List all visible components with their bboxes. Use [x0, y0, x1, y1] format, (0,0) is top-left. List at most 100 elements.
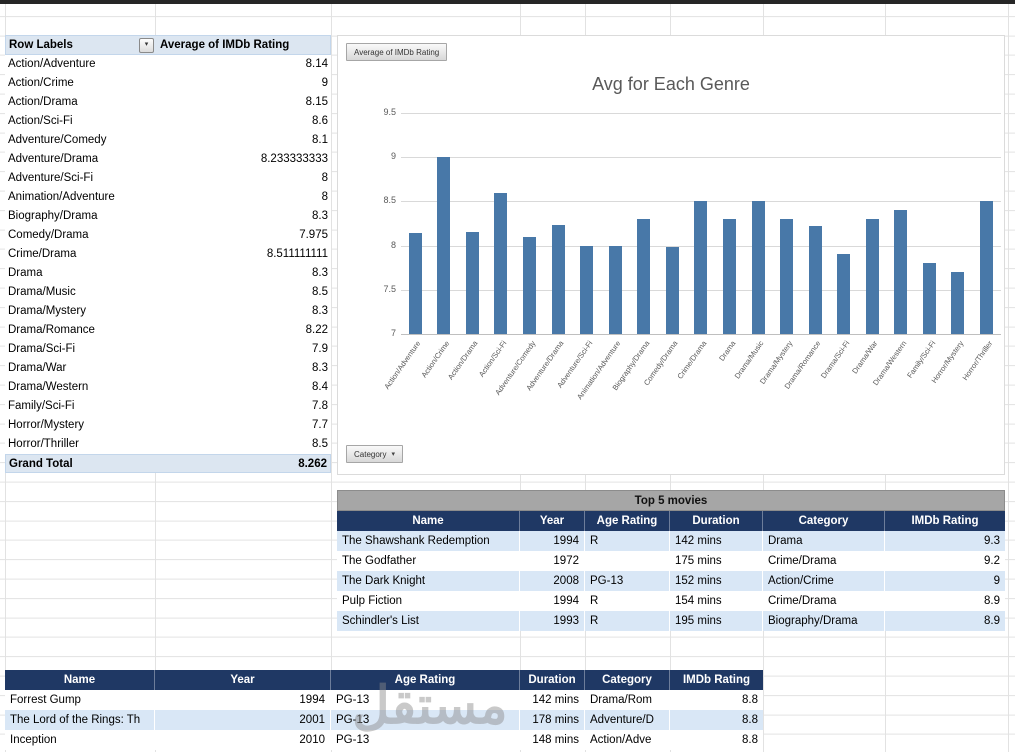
- table-cell[interactable]: Action/Adve: [585, 730, 670, 750]
- table-cell[interactable]: R: [585, 611, 670, 631]
- pivot-row-label[interactable]: Drama/Romance: [5, 321, 155, 340]
- pivot-row-value[interactable]: 7.975: [155, 226, 331, 245]
- table-cell[interactable]: The Dark Knight: [337, 571, 520, 591]
- pivot-row-value[interactable]: 7.9: [155, 340, 331, 359]
- pivot-row-label[interactable]: Action/Crime: [5, 74, 155, 93]
- grand-total-label[interactable]: Grand Total: [6, 455, 156, 472]
- column-header[interactable]: Duration: [670, 511, 763, 531]
- pivot-row-label[interactable]: Action/Sci-Fi: [5, 112, 155, 131]
- pivot-row-value[interactable]: 8.511111111: [155, 245, 331, 264]
- table-cell[interactable]: 178 mins: [520, 710, 585, 730]
- table-cell[interactable]: 2001: [155, 710, 331, 730]
- chart-category-field-button[interactable]: Category ▾: [346, 445, 403, 463]
- table-cell[interactable]: 154 mins: [670, 591, 763, 611]
- pivot-row-value[interactable]: 8.15: [155, 93, 331, 112]
- table-cell[interactable]: 1994: [520, 531, 585, 551]
- column-header[interactable]: Age Rating: [331, 670, 520, 690]
- pivot-row-value[interactable]: 8.6: [155, 112, 331, 131]
- pivot-row-value[interactable]: 7.7: [155, 416, 331, 435]
- pivot-row-value[interactable]: 8.233333333: [155, 150, 331, 169]
- table-cell[interactable]: 2008: [520, 571, 585, 591]
- pivot-row-label[interactable]: Action/Adventure: [5, 55, 155, 74]
- grand-total-value[interactable]: 8.262: [156, 455, 330, 472]
- pivot-value-header[interactable]: Average of IMDb Rating: [156, 36, 330, 54]
- table-cell[interactable]: Action/Crime: [763, 571, 885, 591]
- table-cell[interactable]: 8.8: [670, 690, 763, 710]
- table-cell[interactable]: 142 mins: [520, 690, 585, 710]
- table-cell[interactable]: 8.9: [885, 611, 1005, 631]
- table-cell[interactable]: Adventure/D: [585, 710, 670, 730]
- pivot-row-label[interactable]: Action/Drama: [5, 93, 155, 112]
- chart-value-field-button[interactable]: Average of IMDb Rating: [346, 43, 448, 61]
- table-cell[interactable]: 195 mins: [670, 611, 763, 631]
- table-cell[interactable]: 9.3: [885, 531, 1005, 551]
- table-cell[interactable]: 8.8: [670, 710, 763, 730]
- top5-table-title[interactable]: Top 5 movies: [337, 490, 1005, 511]
- table-cell[interactable]: 9: [885, 571, 1005, 591]
- pivot-row-labels-header[interactable]: Row Labels ▾: [6, 36, 156, 54]
- pivot-row-value[interactable]: 8.5: [155, 283, 331, 302]
- pivot-row-label[interactable]: Adventure/Drama: [5, 150, 155, 169]
- pivot-row-label[interactable]: Drama/Sci-Fi: [5, 340, 155, 359]
- pivot-row-label[interactable]: Horror/Mystery: [5, 416, 155, 435]
- table-cell[interactable]: R: [585, 531, 670, 551]
- pivot-row-value[interactable]: 9: [155, 74, 331, 93]
- table-cell[interactable]: Drama/Rom: [585, 690, 670, 710]
- column-header[interactable]: Year: [155, 670, 331, 690]
- table-cell[interactable]: Forrest Gump: [5, 690, 155, 710]
- pivot-row-value[interactable]: 8.3: [155, 302, 331, 321]
- table-cell[interactable]: Pulp Fiction: [337, 591, 520, 611]
- pivot-row-value[interactable]: 8.22: [155, 321, 331, 340]
- table-cell[interactable]: Crime/Drama: [763, 551, 885, 571]
- table-cell[interactable]: Crime/Drama: [763, 591, 885, 611]
- column-header[interactable]: Age Rating: [585, 511, 670, 531]
- pivot-row-label[interactable]: Comedy/Drama: [5, 226, 155, 245]
- column-header[interactable]: Category: [763, 511, 885, 531]
- table-cell[interactable]: 2010: [155, 730, 331, 750]
- pivot-row-value[interactable]: 8: [155, 188, 331, 207]
- table-cell[interactable]: 142 mins: [670, 531, 763, 551]
- pivot-row-label[interactable]: Horror/Thriller: [5, 435, 155, 454]
- pivot-row-label[interactable]: Drama/Mystery: [5, 302, 155, 321]
- table-cell[interactable]: The Godfather: [337, 551, 520, 571]
- pivot-row-label[interactable]: Crime/Drama: [5, 245, 155, 264]
- table-cell[interactable]: 8.9: [885, 591, 1005, 611]
- pivot-row-label[interactable]: Drama/Music: [5, 283, 155, 302]
- pivot-row-label[interactable]: Drama/War: [5, 359, 155, 378]
- column-header[interactable]: IMDb Rating: [670, 670, 763, 690]
- pivot-row-value[interactable]: 8.14: [155, 55, 331, 74]
- pivot-row-label[interactable]: Drama/Western: [5, 378, 155, 397]
- column-header[interactable]: Duration: [520, 670, 585, 690]
- table-cell[interactable]: R: [585, 591, 670, 611]
- table-cell[interactable]: 1994: [520, 591, 585, 611]
- pivot-row-value[interactable]: 8.5: [155, 435, 331, 454]
- pivot-row-label[interactable]: Biography/Drama: [5, 207, 155, 226]
- table-cell[interactable]: [585, 551, 670, 571]
- column-header[interactable]: Name: [5, 670, 155, 690]
- table-cell[interactable]: Biography/Drama: [763, 611, 885, 631]
- table-cell[interactable]: PG-13: [331, 710, 520, 730]
- table-cell[interactable]: PG-13: [331, 690, 520, 710]
- pivot-row-value[interactable]: 8.3: [155, 207, 331, 226]
- table-cell[interactable]: PG-13: [585, 571, 670, 591]
- pivot-row-label[interactable]: Adventure/Sci-Fi: [5, 169, 155, 188]
- table-cell[interactable]: 175 mins: [670, 551, 763, 571]
- pivot-row-value[interactable]: 7.8: [155, 397, 331, 416]
- column-header[interactable]: Year: [520, 511, 585, 531]
- table-cell[interactable]: The Shawshank Redemption: [337, 531, 520, 551]
- table-cell[interactable]: 8.8: [670, 730, 763, 750]
- table-cell[interactable]: 152 mins: [670, 571, 763, 591]
- table-cell[interactable]: 1994: [155, 690, 331, 710]
- column-header[interactable]: IMDb Rating: [885, 511, 1005, 531]
- pivot-row-value[interactable]: 8.4: [155, 378, 331, 397]
- column-header[interactable]: Category: [585, 670, 670, 690]
- row-labels-filter-button[interactable]: ▾: [139, 37, 154, 53]
- table-cell[interactable]: 1993: [520, 611, 585, 631]
- table-cell[interactable]: The Lord of the Rings: Th: [5, 710, 155, 730]
- table-cell[interactable]: 148 mins: [520, 730, 585, 750]
- pivot-row-label[interactable]: Family/Sci-Fi: [5, 397, 155, 416]
- pivot-row-value[interactable]: 8: [155, 169, 331, 188]
- table-cell[interactable]: Schindler's List: [337, 611, 520, 631]
- table-cell[interactable]: Drama: [763, 531, 885, 551]
- pivot-row-value[interactable]: 8.3: [155, 264, 331, 283]
